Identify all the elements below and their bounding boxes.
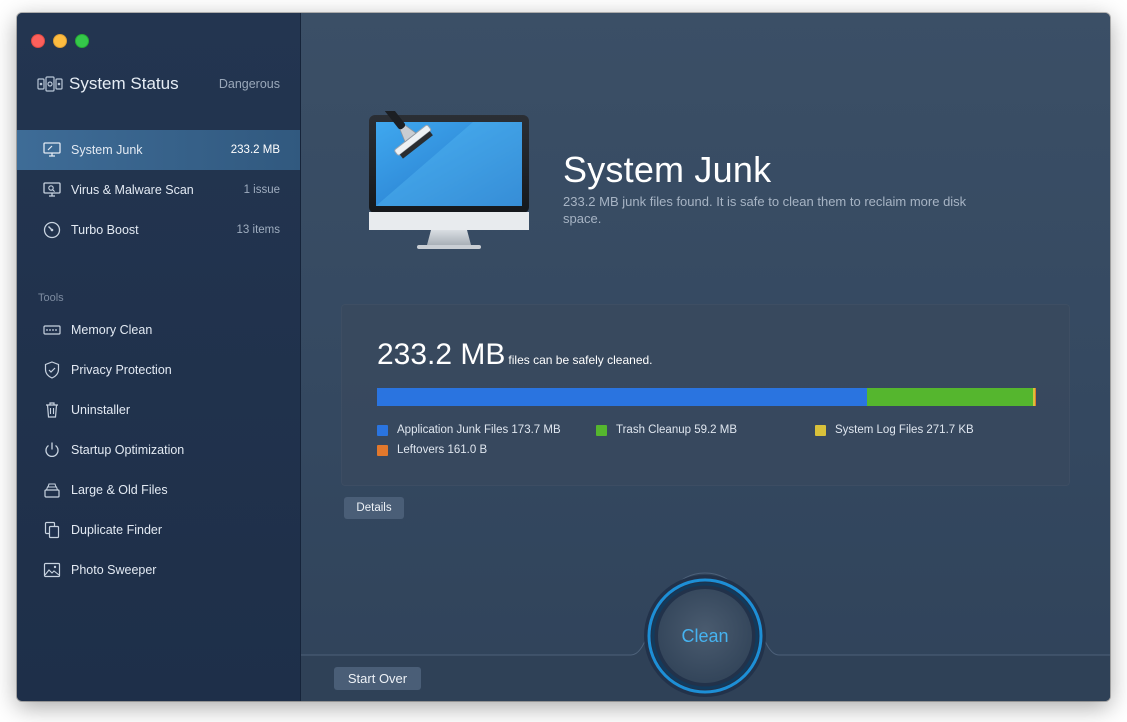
legend-label: Trash Cleanup 59.2 MB bbox=[616, 424, 738, 436]
tools-section-header: Tools bbox=[38, 292, 64, 304]
app-window: System Status Dangerous System Junk 233.… bbox=[17, 13, 1110, 701]
sidebar-item-label: Photo Sweeper bbox=[71, 563, 157, 577]
legend-swatch bbox=[377, 444, 388, 456]
sidebar-item-system-junk[interactable]: System Junk 233.2 MB bbox=[17, 130, 300, 170]
legend-swatch bbox=[815, 424, 826, 436]
sidebar-item-turbo-boost[interactable]: Turbo Boost 13 items bbox=[17, 210, 300, 250]
sidebar-item-uninstaller[interactable]: Uninstaller bbox=[17, 390, 300, 430]
sidebar-item-virus-scan[interactable]: Virus & Malware Scan 1 issue bbox=[17, 170, 300, 210]
monitor-icon bbox=[43, 141, 61, 159]
sidebar-item-label: Privacy Protection bbox=[71, 363, 172, 377]
legend-label: Leftovers 161.0 B bbox=[397, 444, 488, 456]
sidebar-item-label: Turbo Boost bbox=[71, 223, 139, 237]
legend-swatch bbox=[377, 424, 388, 436]
virus-scan-icon bbox=[43, 181, 61, 199]
clean-button[interactable]: Clean bbox=[641, 572, 769, 700]
sidebar-item-value: 13 items bbox=[236, 224, 280, 236]
breakdown-segment bbox=[866, 388, 1033, 406]
junk-breakdown-bar bbox=[377, 388, 1036, 406]
sidebar-item-label: Virus & Malware Scan bbox=[71, 183, 194, 197]
junk-legend: Application Junk Files 173.7 MB Trash Cl… bbox=[377, 424, 1037, 464]
sidebar-item-value: 233.2 MB bbox=[230, 144, 280, 156]
legend-item: System Log Files 271.7 KB bbox=[815, 424, 974, 436]
system-status[interactable]: System Status Dangerous bbox=[37, 73, 280, 95]
imac-cleaning-icon bbox=[369, 111, 529, 249]
page-description: 233.2 MB junk files found. It is safe to… bbox=[563, 194, 967, 226]
main-panel: System Junk 233.2 MB junk files found. I… bbox=[301, 13, 1110, 701]
speedometer-icon bbox=[43, 221, 61, 239]
photo-icon bbox=[43, 561, 61, 579]
system-status-title: System Status bbox=[69, 74, 179, 93]
trash-icon bbox=[43, 401, 61, 419]
sidebar-item-photo-sweeper[interactable]: Photo Sweeper bbox=[17, 550, 300, 590]
sidebar-item-startup-optimization[interactable]: Startup Optimization bbox=[17, 430, 300, 470]
legend-label: Application Junk Files 173.7 MB bbox=[397, 424, 561, 436]
power-icon bbox=[43, 441, 61, 459]
sidebar-item-label: Uninstaller bbox=[71, 403, 131, 417]
legend-item: Leftovers 161.0 B bbox=[377, 444, 487, 456]
duplicate-icon bbox=[43, 521, 61, 539]
sidebar-item-memory-clean[interactable]: Memory Clean bbox=[17, 310, 300, 350]
window-controls bbox=[31, 34, 89, 48]
legend-item: Trash Cleanup 59.2 MB bbox=[596, 424, 737, 436]
sidebar-item-privacy-protection[interactable]: Privacy Protection bbox=[17, 350, 300, 390]
sidebar-item-label: Memory Clean bbox=[71, 323, 153, 337]
system-status-state: Dangerous bbox=[218, 77, 280, 91]
legend-label: System Log Files 271.7 KB bbox=[835, 424, 974, 436]
memory-chip-icon bbox=[43, 321, 61, 339]
minimize-window-button[interactable] bbox=[53, 34, 67, 48]
total-size-suffix: files can be safely cleaned. bbox=[508, 353, 653, 367]
system-status-icon bbox=[37, 76, 63, 92]
page-title: System Junk bbox=[563, 149, 772, 190]
sidebar-item-label: Duplicate Finder bbox=[71, 523, 163, 537]
sidebar-item-large-old-files[interactable]: Large & Old Files bbox=[17, 470, 300, 510]
summary-line: 233.2 MB files can be safely cleaned. bbox=[377, 338, 653, 372]
legend-item: Application Junk Files 173.7 MB bbox=[377, 424, 561, 436]
sidebar-item-label: System Junk bbox=[71, 143, 143, 157]
junk-summary-card: 233.2 MB files can be safely cleaned. Ap… bbox=[341, 304, 1070, 486]
clean-button-label: Clean bbox=[681, 625, 729, 646]
breakdown-segment bbox=[1034, 388, 1036, 406]
sidebar-item-value: 1 issue bbox=[243, 184, 280, 196]
sidebar-item-label: Startup Optimization bbox=[71, 443, 185, 457]
zoom-window-button[interactable] bbox=[75, 34, 89, 48]
start-over-button[interactable]: Start Over bbox=[334, 667, 421, 690]
details-button[interactable]: Details bbox=[344, 497, 404, 519]
sidebar: System Status Dangerous System Junk 233.… bbox=[17, 13, 301, 701]
file-stack-icon bbox=[43, 481, 61, 499]
shield-icon bbox=[43, 361, 61, 379]
sidebar-item-duplicate-finder[interactable]: Duplicate Finder bbox=[17, 510, 300, 550]
breakdown-segment bbox=[377, 388, 867, 406]
legend-swatch bbox=[596, 424, 607, 436]
total-size: 233.2 MB bbox=[377, 338, 506, 371]
sidebar-item-label: Large & Old Files bbox=[71, 483, 168, 497]
close-window-button[interactable] bbox=[31, 34, 45, 48]
